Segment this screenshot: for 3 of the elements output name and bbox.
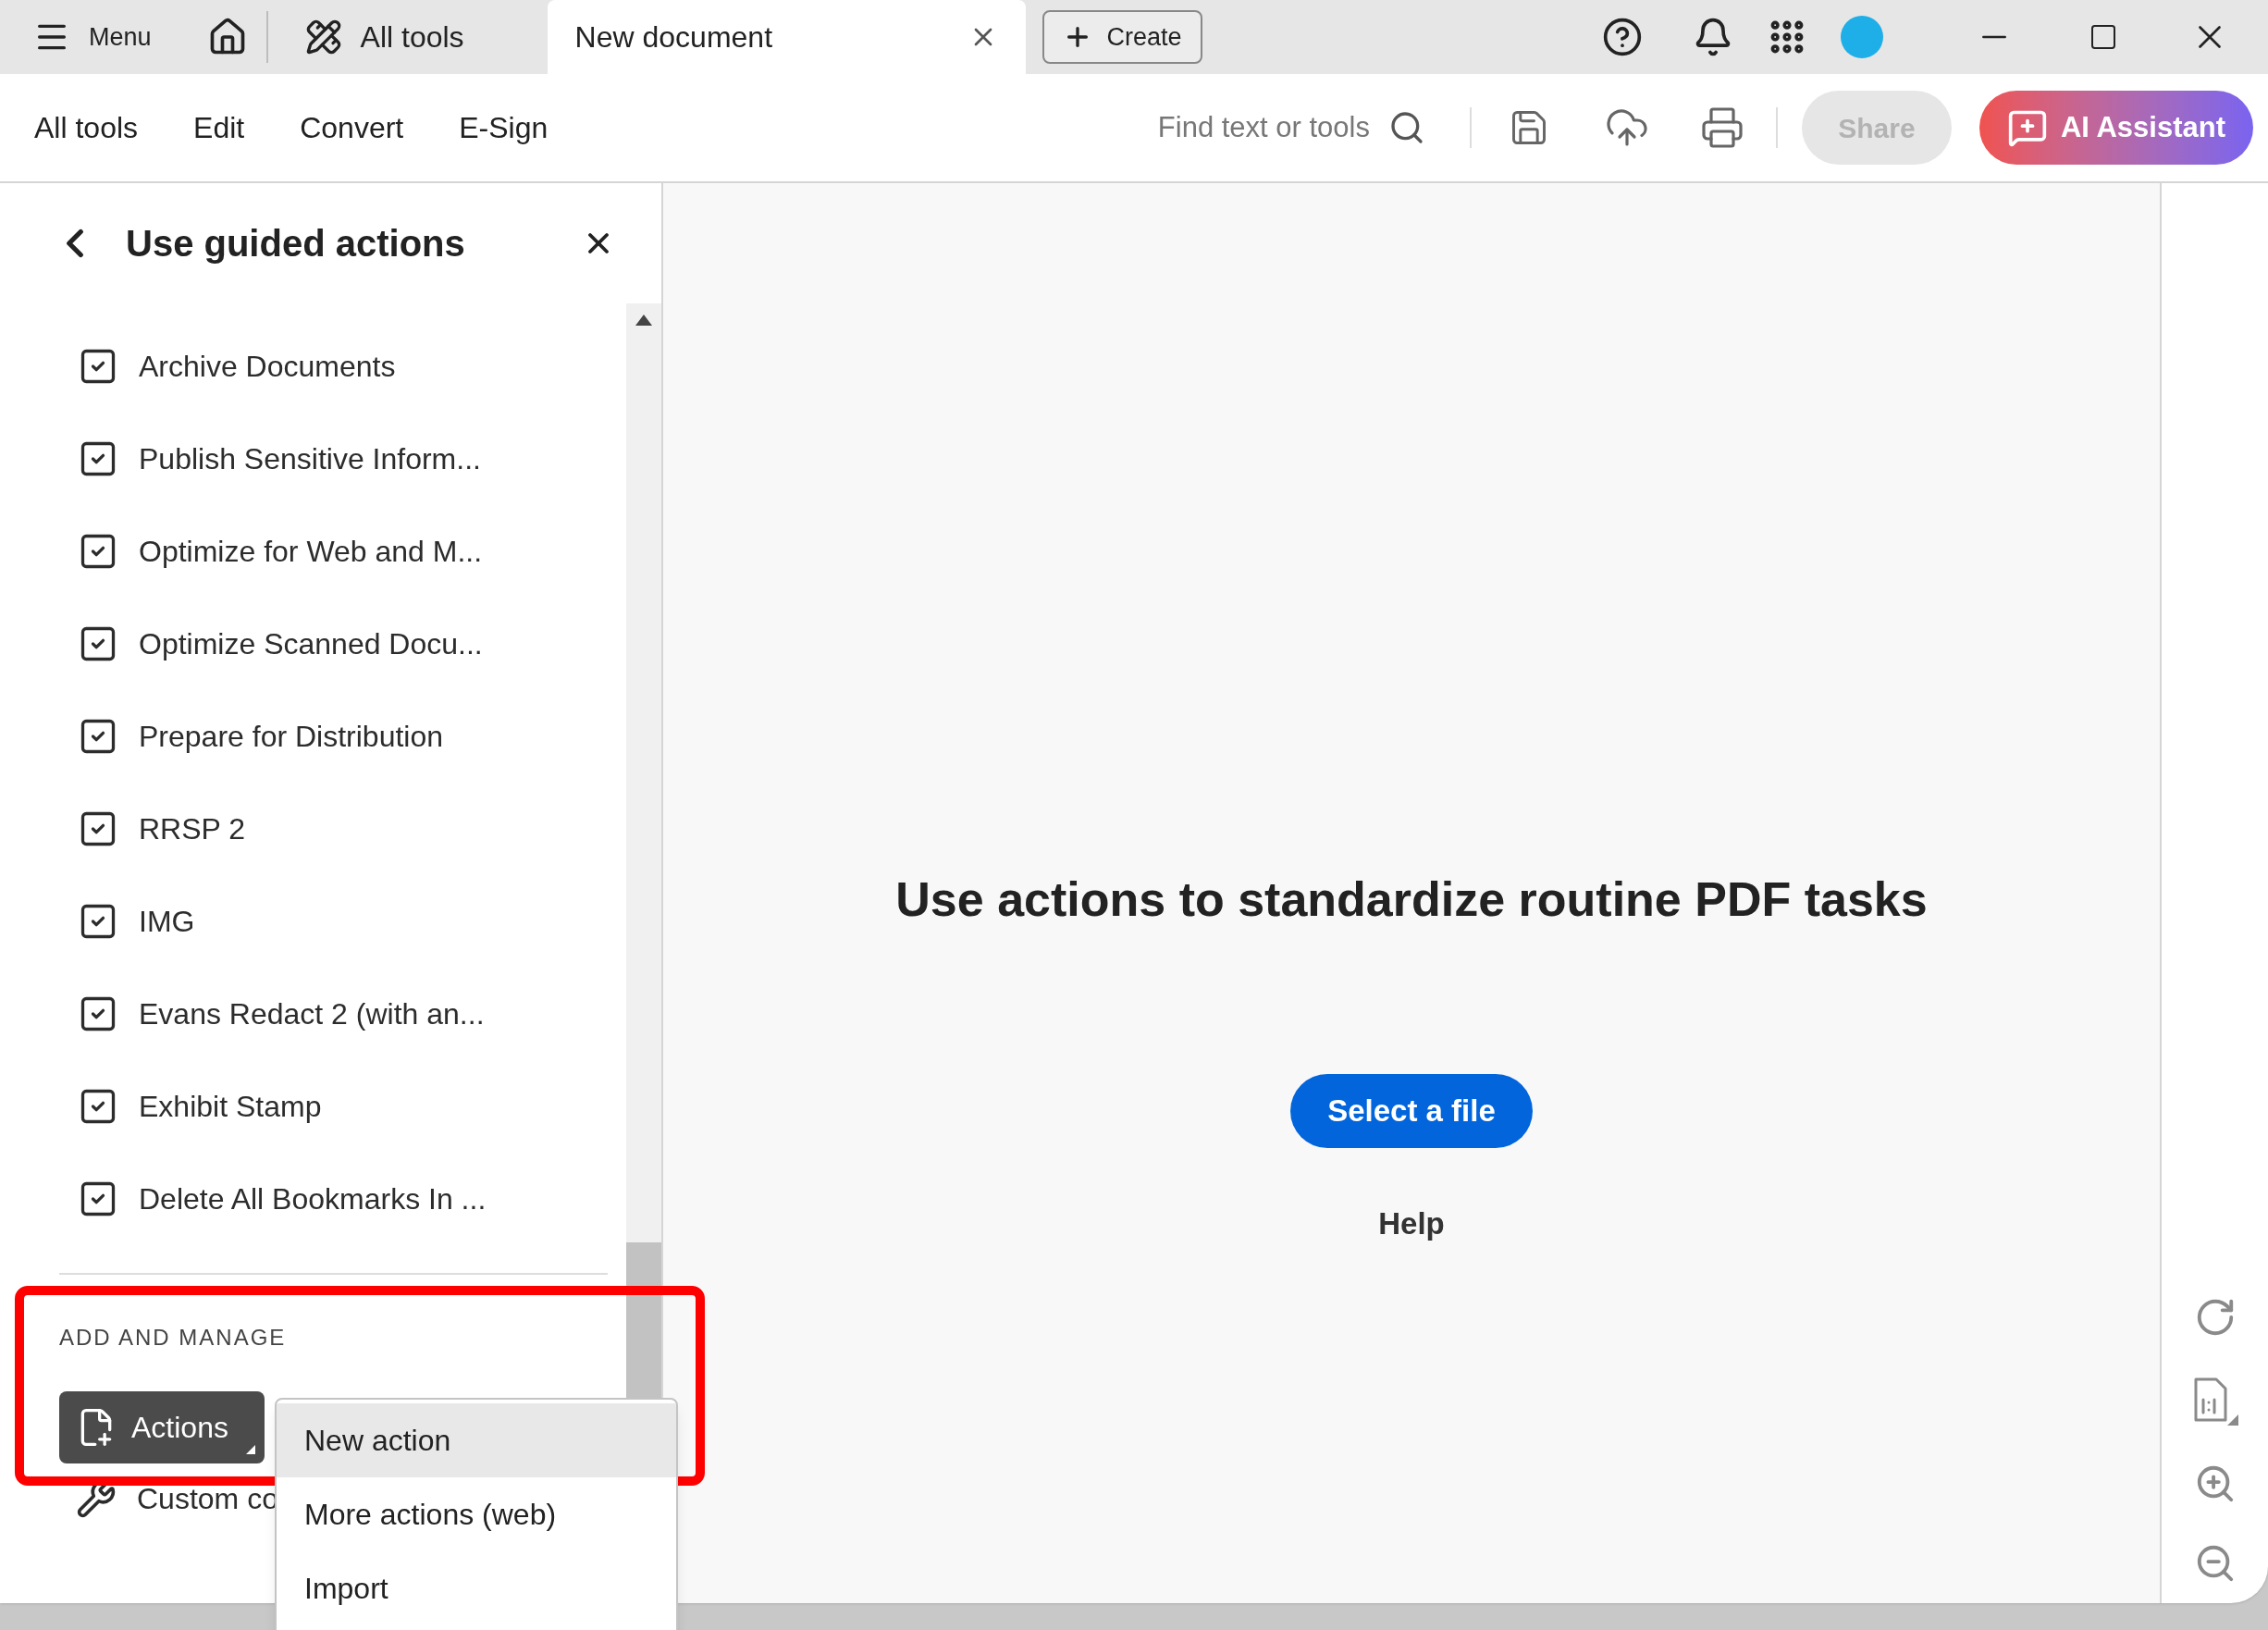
section-heading: ADD AND MANAGE (59, 1324, 288, 1352)
panel-title: Use guided actions (126, 222, 465, 265)
headline: Use actions to standardize routine PDF tasks (895, 871, 1928, 928)
